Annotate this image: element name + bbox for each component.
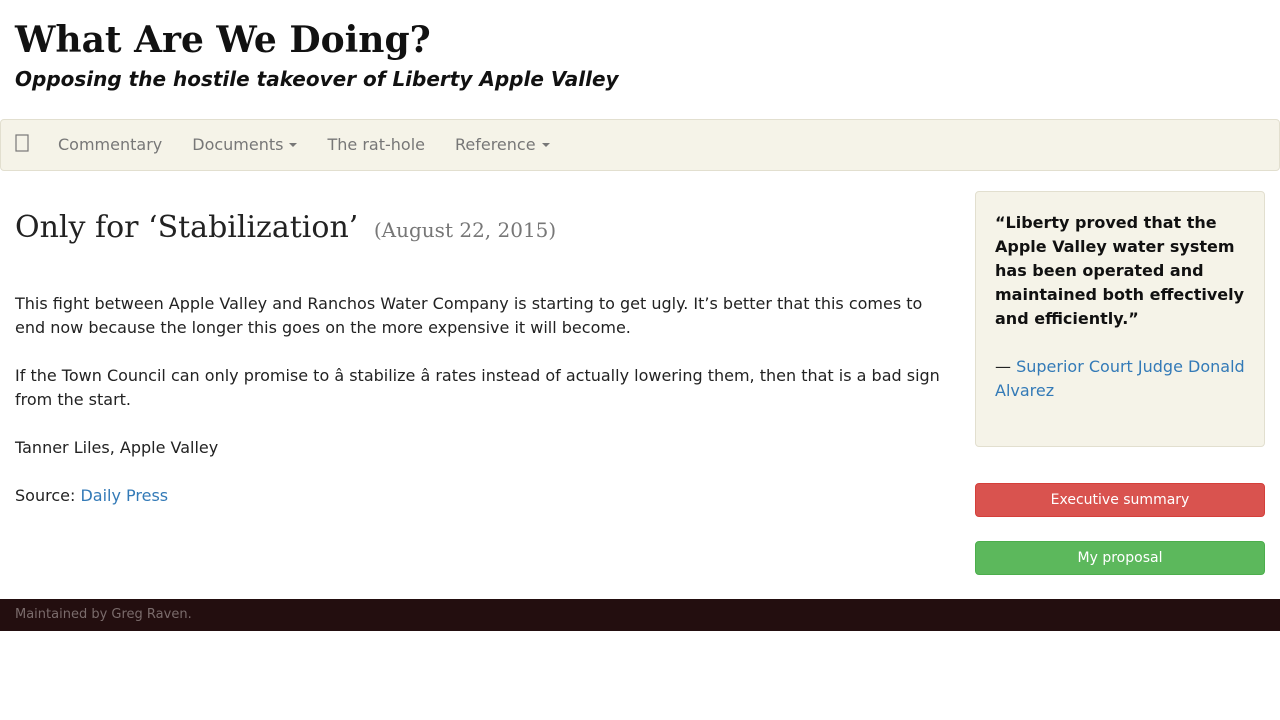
home-icon	[15, 134, 29, 156]
post-paragraph: This fight between Apple Valley and Ranc…	[15, 294, 923, 337]
navbar: Commentary Documents The rat-hole Refere…	[0, 119, 1280, 171]
post-paragraph: If the Town Council can only promise to …	[15, 366, 940, 409]
main-content: Only for ‘Stabilization’ (August 22, 201…	[15, 191, 945, 532]
nav-item-rat-hole[interactable]: The rat-hole	[312, 120, 440, 170]
executive-summary-button[interactable]: Executive summary	[975, 483, 1265, 517]
site-footer: Maintained by Greg Raven.	[0, 599, 1280, 631]
footer-text: Maintained by Greg Raven.	[15, 607, 192, 622]
post-date: (August 22, 2015)	[373, 218, 557, 242]
nav-item-commentary[interactable]: Commentary	[43, 120, 177, 170]
quote-text: “Liberty proved that the Apple Valley wa…	[995, 213, 1245, 328]
nav-item-label: The rat-hole	[327, 135, 425, 154]
site-title[interactable]: What Are We Doing?	[15, 18, 1265, 62]
attribution-dash: —	[995, 357, 1017, 376]
site-header: What Are We Doing? Opposing the hostile …	[0, 0, 1280, 101]
nav-item-documents[interactable]: Documents	[177, 120, 312, 170]
nav-item-reference[interactable]: Reference	[440, 120, 565, 170]
post-source: Source: Daily Press	[15, 484, 945, 508]
nav-item-label: Documents	[192, 135, 284, 154]
post-title: Only for ‘Stabilization’ (August 22, 201…	[15, 209, 945, 249]
quote-attribution: — Superior Court Judge Donald Alvarez	[995, 355, 1245, 403]
nav-item-label: Commentary	[58, 135, 163, 154]
my-proposal-button[interactable]: My proposal	[975, 541, 1265, 575]
caret-down-icon	[541, 143, 550, 147]
nav-home[interactable]	[1, 134, 43, 156]
source-link[interactable]: Daily Press	[80, 486, 168, 505]
post-body: This fight between Apple Valley and Ranc…	[15, 292, 945, 508]
caret-down-icon	[289, 143, 298, 147]
site-tagline: Opposing the hostile takeover of Liberty…	[15, 67, 619, 91]
quote-box: “Liberty proved that the Apple Valley wa…	[975, 191, 1265, 447]
source-label: Source:	[15, 486, 81, 505]
sidebar: “Liberty proved that the Apple Valley wa…	[975, 191, 1265, 575]
post-title-text: Only for ‘Stabilization’	[15, 210, 359, 245]
post-paragraph: Tanner Liles, Apple Valley	[15, 438, 219, 457]
attribution-link[interactable]: Superior Court Judge Donald Alvarez	[995, 357, 1245, 400]
nav-item-label: Reference	[454, 135, 536, 154]
